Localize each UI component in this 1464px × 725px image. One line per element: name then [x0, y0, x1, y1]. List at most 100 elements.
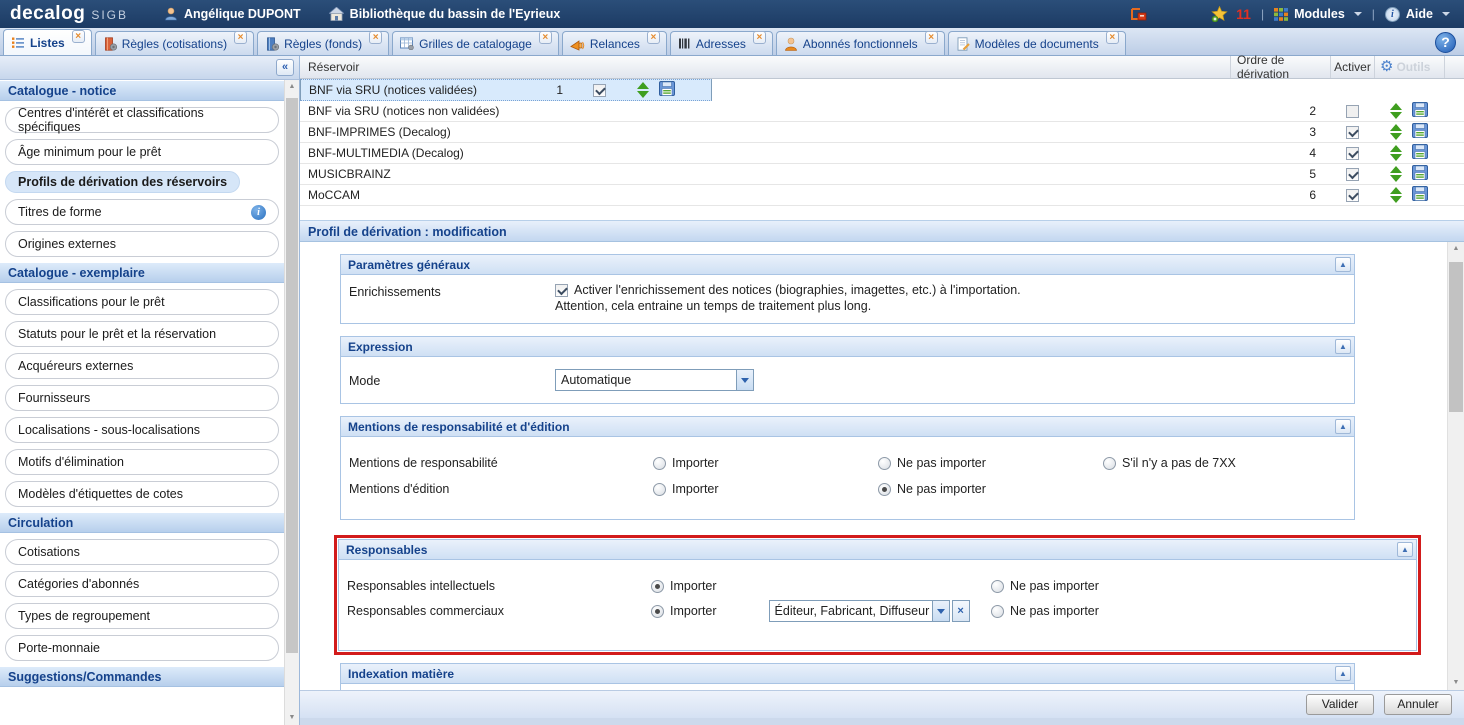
move-down-icon[interactable] [1390, 154, 1402, 161]
radio-option[interactable]: S'il n'y a pas de 7XX [1103, 456, 1236, 470]
radio-icon[interactable] [1103, 457, 1116, 470]
tab-adresses[interactable]: Adresses × [670, 31, 773, 55]
table-row[interactable]: BNF-MULTIMEDIA (Decalog) 4 [300, 143, 1464, 164]
save-icon[interactable] [1412, 123, 1428, 141]
close-icon[interactable]: × [753, 31, 766, 44]
column-header-reservoir[interactable]: Réservoir [300, 56, 1230, 78]
radio-icon[interactable] [878, 457, 891, 470]
move-up-icon[interactable] [1390, 103, 1402, 110]
sidebar-item-age-minimum[interactable]: Âge minimum pour le prêt [5, 139, 279, 165]
scroll-up-icon[interactable]: ▲ [1448, 242, 1464, 256]
move-up-icon[interactable] [637, 82, 649, 89]
activer-checkbox[interactable] [1346, 126, 1359, 139]
enrichissements-checkbox[interactable] [555, 284, 568, 297]
sidebar-item-porte-monnaie[interactable]: Porte-monnaie [5, 635, 279, 661]
scroll-down-icon[interactable]: ▼ [1448, 676, 1464, 690]
tab-regles-fonds[interactable]: Règles (fonds) × [257, 31, 389, 55]
mode-select[interactable]: Automatique [555, 369, 754, 391]
radio-icon[interactable] [878, 483, 891, 496]
save-icon[interactable] [659, 81, 675, 99]
sidebar-item-motifs-elimination[interactable]: Motifs d'élimination [5, 449, 279, 475]
activer-checkbox[interactable] [1346, 168, 1359, 181]
responsables-commerciaux-select[interactable]: Éditeur, Fabricant, Diffuseur d [769, 600, 950, 622]
sidebar-item-acquereurs-externes[interactable]: Acquéreurs externes [5, 353, 279, 379]
radio-icon[interactable] [651, 605, 664, 618]
reorder-arrows-icon[interactable] [1390, 103, 1402, 119]
sidebar-item-profils-derivation[interactable]: Profils de dérivation des réservoirs [5, 171, 240, 193]
radio-option[interactable]: Ne pas importer [878, 456, 1103, 470]
collapse-up-icon[interactable]: ▲ [1335, 419, 1351, 434]
modules-menu[interactable]: Modules [1274, 7, 1362, 21]
move-down-icon[interactable] [1390, 175, 1402, 182]
table-row[interactable]: MUSICBRAINZ 5 [300, 164, 1464, 185]
main-scrollbar[interactable]: ▲ ▼ [1447, 242, 1464, 690]
collapse-up-icon[interactable]: ▲ [1397, 542, 1413, 557]
gear-icon[interactable]: ⚙ [1380, 60, 1393, 74]
close-icon[interactable]: × [234, 31, 247, 44]
save-icon[interactable] [1412, 186, 1428, 204]
exit-icon[interactable] [1129, 6, 1147, 22]
move-down-icon[interactable] [1390, 133, 1402, 140]
radio-option[interactable]: Ne pas importer [991, 604, 1099, 618]
sidebar-scrollbar[interactable]: ▲ ▼ [284, 80, 299, 725]
sidebar-item-cotisations[interactable]: Cotisations [5, 539, 279, 565]
reorder-arrows-icon[interactable] [1390, 166, 1402, 182]
sidebar-item-statuts-pret[interactable]: Statuts pour le prêt et la réservation [5, 321, 279, 347]
radio-option[interactable]: Importer [651, 579, 717, 593]
activer-checkbox[interactable] [1346, 189, 1359, 202]
table-row[interactable]: BNF via SRU (notices validées) 1 [300, 79, 712, 101]
activer-checkbox[interactable] [1346, 105, 1359, 118]
sidebar-collapse-button[interactable]: « [276, 59, 294, 76]
help-button[interactable]: ? [1435, 32, 1456, 53]
clear-selection-button[interactable]: × [952, 600, 970, 622]
radio-option[interactable]: Ne pas importer [878, 482, 1103, 496]
close-icon[interactable]: × [925, 31, 938, 44]
tab-abonnes-fonctionnels[interactable]: Abonnés fonctionnels × [776, 31, 945, 55]
table-row[interactable]: BNF-IMPRIMES (Decalog) 3 [300, 122, 1464, 143]
move-down-icon[interactable] [1390, 196, 1402, 203]
table-row[interactable]: MoCCAM 6 [300, 185, 1464, 206]
sidebar-item-localisations[interactable]: Localisations - sous-localisations [5, 417, 279, 443]
radio-icon[interactable] [653, 483, 666, 496]
sidebar-item-categories-abonnes[interactable]: Catégories d'abonnés [5, 571, 279, 597]
tab-grilles-catalogage[interactable]: Grilles de catalogage × [392, 31, 559, 55]
activer-checkbox[interactable] [593, 84, 606, 97]
radio-option[interactable]: Ne pas importer [991, 579, 1099, 593]
column-header-activer[interactable]: Activer [1330, 56, 1374, 78]
annuler-button[interactable]: Annuler [1384, 694, 1452, 715]
radio-icon[interactable] [991, 605, 1004, 618]
radio-option[interactable]: Importer [651, 604, 717, 618]
reorder-arrows-icon[interactable] [1390, 124, 1402, 140]
collapse-up-icon[interactable]: ▲ [1335, 257, 1351, 272]
help-menu[interactable]: i Aide [1385, 7, 1450, 22]
tab-modeles-documents[interactable]: Modèles de documents × [948, 31, 1126, 55]
radio-option[interactable]: Importer [653, 456, 878, 470]
tab-relances[interactable]: Relances × [562, 31, 667, 55]
save-icon[interactable] [1412, 102, 1428, 120]
sidebar-item-fournisseurs[interactable]: Fournisseurs [5, 385, 279, 411]
tab-regles-cotisations[interactable]: Règles (cotisations) × [95, 31, 254, 55]
radio-icon[interactable] [653, 457, 666, 470]
sidebar-item-modeles-etiquettes[interactable]: Modèles d'étiquettes de cotes [5, 481, 279, 507]
tab-listes[interactable]: Listes × [3, 29, 92, 55]
select-dropdown-button[interactable] [932, 601, 949, 621]
current-user[interactable]: Angélique DUPONT [164, 7, 301, 21]
move-down-icon[interactable] [1390, 112, 1402, 119]
reorder-arrows-icon[interactable] [1390, 187, 1402, 203]
save-icon[interactable] [1412, 144, 1428, 162]
sidebar-scrollbar-thumb[interactable] [286, 98, 298, 653]
close-icon[interactable]: × [1106, 31, 1119, 44]
main-scrollbar-thumb[interactable] [1449, 262, 1463, 412]
reorder-arrows-icon[interactable] [637, 82, 649, 98]
reorder-arrows-icon[interactable] [1390, 145, 1402, 161]
sidebar-item-centres-interet[interactable]: Centres d'intérêt et classifications spé… [5, 107, 279, 133]
radio-option[interactable]: Importer [653, 482, 878, 496]
scroll-down-icon[interactable]: ▼ [285, 711, 299, 725]
collapse-up-icon[interactable]: ▲ [1335, 339, 1351, 354]
sidebar-item-titres-de-forme[interactable]: Titres de formei [5, 199, 279, 225]
valider-button[interactable]: Valider [1306, 694, 1374, 715]
radio-icon[interactable] [651, 580, 664, 593]
scroll-up-icon[interactable]: ▲ [285, 80, 299, 94]
close-icon[interactable]: × [647, 31, 660, 44]
sidebar-item-origines-externes[interactable]: Origines externes [5, 231, 279, 257]
